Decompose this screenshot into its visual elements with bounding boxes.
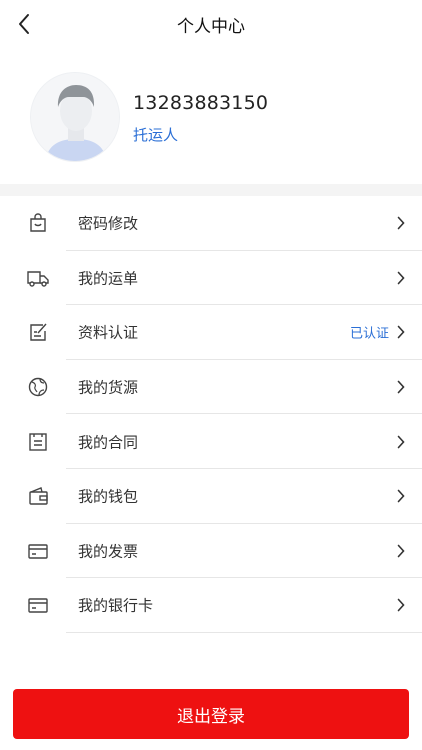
truck-icon (26, 266, 50, 290)
chevron-right-icon (394, 598, 408, 612)
top-nav-bar: 个人中心 (0, 0, 422, 48)
bank-card-icon (26, 593, 50, 617)
chevron-right-icon (394, 435, 408, 449)
menu-item-label: 我的运单 (78, 269, 139, 288)
chevron-right-icon (394, 216, 408, 230)
menu-item-label: 资料认证 (78, 323, 139, 342)
shopping-bag-icon (26, 211, 50, 235)
chevron-right-icon (394, 380, 408, 394)
chevron-right-icon (394, 325, 408, 339)
menu-item-label: 我的发票 (78, 542, 139, 561)
contract-icon (26, 430, 50, 454)
chevron-right-icon (394, 489, 408, 503)
menu-item-my-contracts[interactable]: 我的合同 (0, 414, 422, 469)
menu-item-label: 我的银行卡 (78, 596, 154, 615)
profile-section: 13283883150 托运人 (0, 48, 422, 184)
avatar[interactable] (30, 72, 120, 162)
menu-item-my-waybills[interactable]: 我的运单 (0, 251, 422, 306)
wallet-icon (26, 484, 50, 508)
divider (66, 631, 422, 633)
menu-item-verification[interactable]: 资料认证 已认证 (0, 305, 422, 360)
page-title: 个人中心 (177, 17, 245, 37)
menu-item-change-password[interactable]: 密码修改 (0, 196, 422, 251)
menu-item-label: 我的货源 (78, 378, 139, 397)
globe-icon (26, 375, 50, 399)
verified-status: 已认证 (349, 326, 389, 342)
menu-item-label: 我的合同 (78, 433, 139, 452)
chevron-right-icon (394, 544, 408, 558)
user-role: 托运人 (133, 126, 179, 144)
menu-item-my-cargo[interactable]: 我的货源 (0, 360, 422, 415)
edit-note-icon (26, 320, 50, 344)
menu-item-my-invoices[interactable]: 我的发票 (0, 524, 422, 579)
menu-item-label: 我的钱包 (78, 487, 139, 506)
menu-item-label: 密码修改 (78, 214, 139, 233)
menu-item-my-bank-cards[interactable]: 我的银行卡 (0, 578, 422, 633)
invoice-card-icon (26, 539, 50, 563)
menu-list: 密码修改 我的运单 资料认证 已认证 我的货源 我的合同 我的钱包 我的发票 我… (0, 196, 422, 633)
avatar-placeholder-icon (31, 73, 119, 161)
section-gap (0, 184, 422, 196)
chevron-right-icon (394, 271, 408, 285)
user-phone: 13283883150 (133, 92, 269, 114)
logout-button[interactable]: 退出登录 (13, 689, 409, 739)
menu-item-my-wallet[interactable]: 我的钱包 (0, 469, 422, 524)
